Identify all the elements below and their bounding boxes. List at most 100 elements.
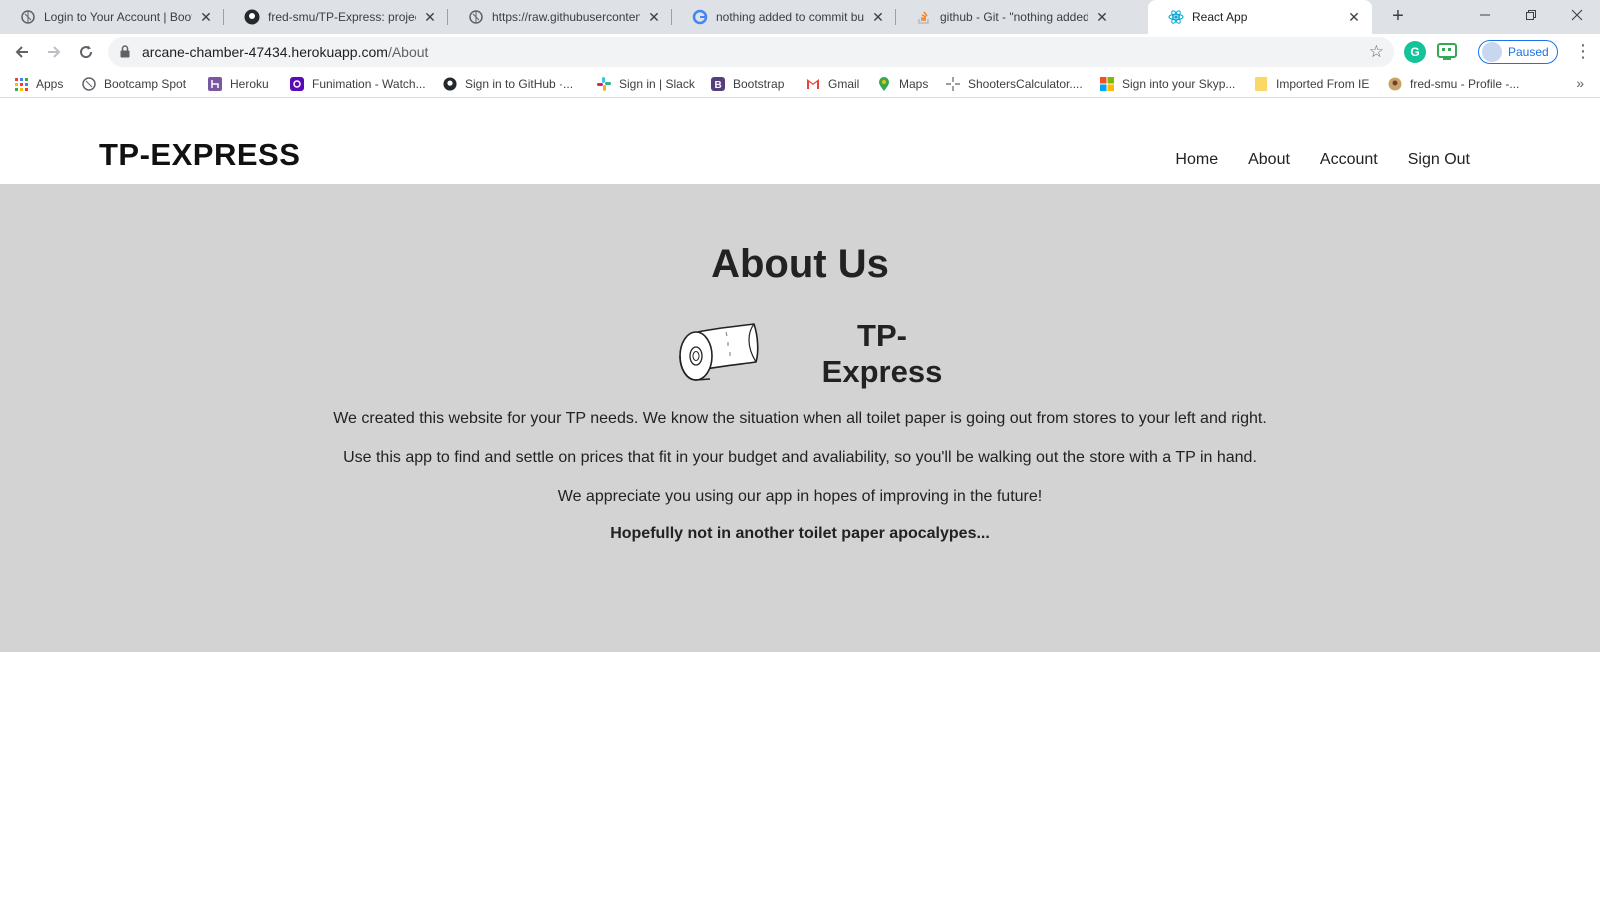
new-tab-button[interactable]: +: [1386, 5, 1410, 29]
toilet-paper-icon: [676, 322, 760, 387]
browser-tab-active[interactable]: React App ✕: [1148, 0, 1372, 34]
forward-button[interactable]: [40, 38, 68, 66]
bookmark-item[interactable]: Sign into your Skyp...: [1100, 75, 1235, 93]
heroku-icon: [208, 77, 222, 91]
browser-tab-strip: Login to Your Account | Bootcamp Spot ✕ …: [0, 0, 1600, 34]
slack-icon: [597, 77, 611, 91]
close-icon[interactable]: ✕: [198, 9, 214, 25]
site-nav: Home About Account Sign Out: [1175, 151, 1470, 169]
browser-tab[interactable]: https://raw.githubusercontent.com ✕: [448, 0, 672, 34]
microsoft-icon: [1100, 77, 1114, 91]
nav-about[interactable]: About: [1248, 151, 1290, 169]
lock-icon: [120, 45, 130, 63]
minimize-button[interactable]: [1462, 0, 1508, 30]
maps-icon: [877, 77, 891, 91]
reload-icon: [80, 45, 93, 59]
close-icon[interactable]: ✕: [422, 9, 438, 25]
close-icon[interactable]: ✕: [1346, 9, 1362, 25]
site-header: TP-EXPRESS Home About Account Sign Out: [0, 99, 1600, 184]
more-menu-icon[interactable]: ⋮: [1574, 42, 1592, 62]
page-title: About Us: [711, 242, 889, 286]
tab-title: nothing added to commit but untracked: [716, 10, 864, 24]
nav-account[interactable]: Account: [1320, 151, 1378, 169]
bookmark-label: Bootcamp Spot: [104, 77, 187, 91]
arrow-left-icon: [15, 46, 28, 58]
about-section: About Us TP-Express We created this webs…: [0, 184, 1600, 652]
back-button[interactable]: [8, 38, 36, 66]
bookmark-label: Sign in to GitHub ·...: [465, 77, 574, 91]
globe-icon: [82, 77, 96, 91]
bootstrap-icon: B: [711, 77, 725, 91]
nav-sign-out[interactable]: Sign Out: [1408, 151, 1470, 169]
bookmark-label: Gmail: [828, 77, 860, 91]
about-closing: Hopefully not in another toilet paper ap…: [610, 525, 990, 542]
profile-icon: [1388, 77, 1402, 91]
url-text: arcane-chamber-47434.herokuapp.com/About: [142, 44, 428, 60]
bookmark-label: Apps: [36, 77, 64, 91]
bookmark-label: Sign into your Skyp...: [1122, 77, 1236, 91]
about-brand-row: TP-Express: [676, 318, 966, 389]
github-icon: [443, 77, 457, 91]
extension-icon[interactable]: [1436, 41, 1458, 63]
bookmark-item[interactable]: Sign in to GitHub ·...: [443, 75, 573, 93]
bookmark-label: Sign in | Slack: [619, 77, 695, 91]
bookmark-item[interactable]: B Bootstrap: [711, 75, 784, 93]
profile-status: Paused: [1508, 45, 1549, 59]
bookmark-item[interactable]: Heroku: [208, 75, 269, 93]
bookmarks-bar: Apps Bootcamp Spot Heroku Funimation - W…: [0, 70, 1600, 98]
apps-grid-icon: [14, 77, 28, 91]
close-icon[interactable]: ✕: [646, 9, 662, 25]
profile-paused-button[interactable]: Paused: [1478, 40, 1558, 64]
site-brand[interactable]: TP-EXPRESS: [99, 137, 300, 173]
chevron-double-right-icon[interactable]: »: [1576, 75, 1584, 91]
address-bar[interactable]: arcane-chamber-47434.herokuapp.com/About…: [108, 37, 1394, 67]
browser-toolbar: arcane-chamber-47434.herokuapp.com/About…: [0, 34, 1600, 70]
bookmark-label: Bootstrap: [733, 77, 785, 91]
tab-title: https://raw.githubusercontent.com: [492, 10, 640, 24]
browser-tab[interactable]: Login to Your Account | Bootcamp Spot ✕: [0, 0, 224, 34]
bookmark-item[interactable]: Apps: [14, 75, 63, 93]
svg-text:B: B: [715, 80, 722, 91]
bookmark-label: Maps: [899, 77, 929, 91]
about-brand-name: TP-Express: [821, 318, 943, 389]
bookmark-label: fred-smu - Profile -...: [1410, 77, 1520, 91]
bookmark-item[interactable]: ShootersCalculator....: [946, 75, 1083, 93]
bookmark-item[interactable]: Gmail: [806, 75, 859, 93]
stackoverflow-icon: [916, 9, 932, 25]
github-icon: [244, 9, 260, 25]
crosshair-icon: [946, 77, 960, 91]
close-icon[interactable]: ✕: [1094, 9, 1110, 25]
bookmark-label: Imported From IE: [1276, 77, 1370, 91]
bookmark-item[interactable]: Funimation - Watch...: [290, 75, 426, 93]
reload-button[interactable]: [72, 38, 100, 66]
close-window-button[interactable]: [1554, 0, 1600, 30]
url-host: arcane-chamber-47434.herokuapp.com: [142, 44, 388, 60]
bookmark-item[interactable]: Imported From IE: [1254, 75, 1369, 93]
bookmark-item[interactable]: Bootcamp Spot: [82, 75, 186, 93]
nav-home[interactable]: Home: [1175, 151, 1218, 169]
browser-tab[interactable]: nothing added to commit but untracked ✕: [672, 0, 896, 34]
browser-tab[interactable]: github - Git - "nothing added to commit"…: [896, 0, 1120, 34]
avatar: [1482, 42, 1502, 62]
grammarly-icon[interactable]: G: [1404, 41, 1426, 63]
close-icon[interactable]: ✕: [870, 9, 886, 25]
about-paragraph: We created this website for your TP need…: [333, 410, 1267, 427]
bookmark-item[interactable]: Sign in | Slack: [597, 75, 695, 93]
bookmark-label: Funimation - Watch...: [312, 77, 426, 91]
bookmark-item[interactable]: Maps: [877, 75, 928, 93]
tab-title: fred-smu/TP-Express: project 3: [268, 10, 416, 24]
google-icon: [692, 9, 708, 25]
funimation-icon: [290, 77, 304, 91]
react-icon: [1168, 9, 1184, 25]
url-path: /About: [387, 44, 429, 60]
browser-tab[interactable]: fred-smu/TP-Express: project 3 ✕: [224, 0, 448, 34]
gmail-icon: [806, 77, 820, 91]
tab-title: Login to Your Account | Bootcamp Spot: [44, 10, 192, 24]
tab-title: github - Git - "nothing added to commit": [940, 10, 1088, 24]
about-paragraph: Use this app to find and settle on price…: [343, 449, 1257, 466]
tab-title: React App: [1192, 10, 1248, 24]
restore-button[interactable]: [1508, 0, 1554, 30]
bookmark-star-icon[interactable]: ☆: [1369, 42, 1384, 62]
bookmark-label: Heroku: [230, 77, 269, 91]
bookmark-item[interactable]: fred-smu - Profile -...: [1388, 75, 1519, 93]
